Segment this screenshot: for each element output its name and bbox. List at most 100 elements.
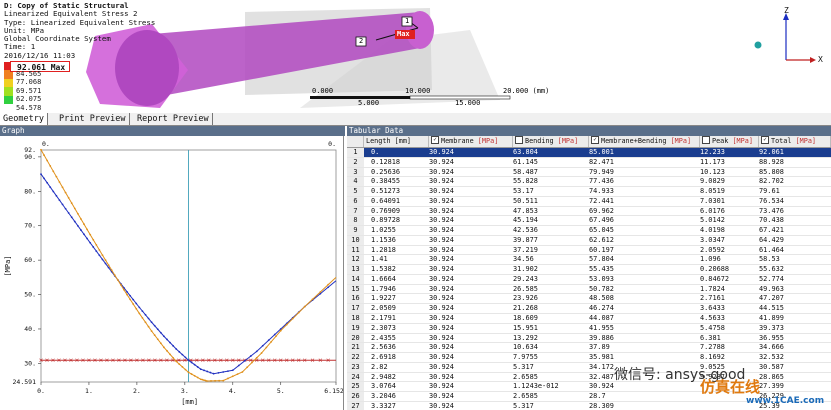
- ruler-label: 5.000: [358, 99, 380, 107]
- row-number: 15: [347, 284, 364, 294]
- geometry-viewport[interactable]: D: Copy of Static Structural Linearized …: [0, 0, 831, 113]
- table-row[interactable]: 18 2.1791 30.924 18.609 44.087 4.5633 41.899: [347, 314, 831, 324]
- series-marker: [303, 305, 306, 308]
- series-marker: [201, 378, 204, 381]
- table-cell: 32.487: [589, 372, 614, 381]
- table-row[interactable]: 13 1.5382 30.924 31.902 55.435 0.20688 55.632: [347, 265, 831, 275]
- table-cell: 26.585: [513, 284, 538, 293]
- series-marker: [70, 202, 73, 205]
- table-row[interactable]: 19 2.3073 30.924 15.951 41.955 5.4758 39.373: [347, 323, 831, 334]
- table-row[interactable]: 20 2.4355 30.924 13.292 39.886 6.381 36.955: [347, 333, 831, 344]
- table-row[interactable]: 4 0.38455 30.924 55.828 77.436 9.0829 82.702: [347, 177, 831, 188]
- tab-print-preview[interactable]: Print Preview: [56, 113, 130, 125]
- row-number: 13: [347, 265, 364, 274]
- column-header[interactable]: ✓ Membrane+Bending [MPa]: [589, 136, 700, 147]
- table-cell: 85.001: [589, 148, 614, 156]
- table-cell: 1.7824: [700, 284, 725, 293]
- table-cell: 5.4758: [700, 323, 725, 332]
- table-cell: 8.0519: [700, 187, 725, 196]
- table-cell: 30.924: [429, 148, 454, 156]
- series-marker: [175, 360, 178, 363]
- table-cell: 1.2818: [371, 245, 396, 254]
- column-checkbox[interactable]: [515, 136, 523, 144]
- ruler-label: 20.000 (mm): [503, 87, 550, 95]
- table-cell: 0.25636: [371, 167, 401, 176]
- table-row[interactable]: 21 2.5636 30.924 10.634 37.89 7.2788 34.666: [347, 343, 831, 354]
- tabular-data-panel: Tabular Data Length [mm] ✓ Membrane [MPa] B…: [347, 126, 831, 410]
- table-cell: 39.877: [513, 235, 538, 244]
- legend-swatch: [4, 78, 13, 88]
- table-cell: 61.464: [759, 245, 784, 254]
- table-row[interactable]: 16 1.9227 30.924 23.926 48.508 2.7161 47.207: [347, 294, 831, 305]
- x-tick-label: 4.: [229, 387, 237, 395]
- column-header[interactable]: Length [mm]: [364, 136, 429, 147]
- table-row[interactable]: 9 1.0255 30.924 42.536 65.045 4.0198 67.421: [347, 226, 831, 236]
- table-cell: 69.962: [589, 206, 614, 215]
- table-row[interactable]: 17 2.0509 30.924 21.268 46.274 3.6433 44.515: [347, 304, 831, 315]
- y-tick-label: 80.: [24, 187, 36, 195]
- table-cell: 7.2788: [700, 343, 725, 352]
- row-number: 21: [347, 343, 364, 353]
- series-marker: [285, 323, 288, 326]
- table-cell: 30.924: [429, 333, 454, 342]
- series-marker: [98, 249, 101, 251]
- series-marker: [107, 264, 110, 267]
- column-header[interactable]: ✓ Total [MPa]: [759, 136, 831, 147]
- table-cell: 0.51273: [371, 187, 401, 196]
- axis-z-label: Z: [784, 6, 789, 15]
- table-body[interactable]: 1 0. 30.924 63.804 85.001 12.233 92.061 2 0.1281…: [347, 148, 831, 410]
- series-marker: [64, 191, 67, 194]
- table-cell: 30.924: [429, 245, 454, 254]
- row-number: 3: [347, 167, 364, 177]
- table-row[interactable]: 12 1.41 30.924 34.56 57.804 1.096 58.53: [347, 255, 831, 266]
- table-cell: 3.0347: [700, 235, 725, 244]
- table-row[interactable]: 15 1.7946 30.924 26.585 50.782 1.7824 49.963: [347, 284, 831, 295]
- table-cell: 45.194: [513, 216, 538, 225]
- table-row[interactable]: 10 1.1536 30.924 39.877 62.612 3.0347 64.429: [347, 235, 831, 246]
- series-marker: [156, 338, 159, 341]
- table-cell: 50.782: [589, 284, 614, 293]
- column-checkbox[interactable]: [702, 136, 710, 144]
- watermark-brand: 仿真在线: [700, 378, 761, 396]
- table-row[interactable]: 8 0.89728 30.924 45.194 67.496 5.0142 70.438: [347, 216, 831, 227]
- table-row[interactable]: 22 2.6918 30.924 7.9755 35.981 8.1692 32.532: [347, 353, 831, 363]
- series-marker: [217, 371, 220, 374]
- series-marker: [237, 364, 240, 367]
- table-cell: 60.197: [589, 245, 614, 254]
- series-marker: [83, 233, 85, 236]
- table-cell: 30.924: [429, 323, 454, 332]
- table-cell: 3.2046: [371, 392, 396, 401]
- row-number: 8: [347, 216, 364, 226]
- column-header[interactable]: Peak [MPa]: [700, 136, 759, 147]
- table-row[interactable]: 2 0.12818 30.924 61.145 82.471 11.173 88.928: [347, 157, 831, 168]
- table-row[interactable]: 6 0.64091 30.924 50.511 72.441 7.0301 76.534: [347, 196, 831, 207]
- column-header[interactable]: Bending [MPa]: [513, 136, 589, 147]
- series-marker: [172, 356, 175, 359]
- column-checkbox[interactable]: ✓: [761, 136, 769, 144]
- graph-plot[interactable]: 90.80.70.60.50.40.30.92.24.5910. 1. 2. 3. 4.…: [0, 136, 343, 410]
- table-row[interactable]: 23 2.82 30.924 5.317 34.172 9.0525 30.587: [347, 362, 831, 373]
- y-tick-label: 60.: [24, 256, 36, 264]
- tab-report-preview[interactable]: Report Preview: [134, 113, 213, 125]
- table-cell: 2.4355: [371, 333, 396, 342]
- table-cell: 0.: [371, 148, 380, 156]
- column-checkbox[interactable]: ✓: [591, 136, 599, 144]
- table-row[interactable]: 5 0.51273 30.924 53.17 74.933 8.0519 79.61: [347, 187, 831, 197]
- legend-swatch: [4, 95, 13, 104]
- tab-geometry[interactable]: Geometry: [0, 113, 48, 125]
- table-cell: 3.6433: [700, 304, 725, 313]
- x-tick-label: 0.: [37, 387, 45, 395]
- series-marker: [49, 165, 52, 167]
- column-checkbox[interactable]: ✓: [431, 136, 439, 144]
- series-marker: [104, 259, 107, 262]
- table-cell: 30.924: [429, 196, 454, 205]
- column-label: Membrane+Bending: [601, 137, 671, 145]
- table-row[interactable]: 14 1.6664 30.924 29.243 53.093 0.84672 52.774: [347, 274, 831, 285]
- table-row[interactable]: 11 1.2818 30.924 37.219 60.197 2.0592 61.464: [347, 245, 831, 256]
- table-row[interactable]: 1 0. 30.924 63.804 85.001 12.233 92.061: [347, 148, 831, 158]
- column-header[interactable]: ✓ Membrane [MPa]: [429, 136, 513, 147]
- table-row[interactable]: 3 0.25636 30.924 58.487 79.949 10.123 85.808: [347, 167, 831, 178]
- row-number: 6: [347, 196, 364, 206]
- table-row[interactable]: 7 0.76909 30.924 47.853 69.962 6.0176 73.476: [347, 206, 831, 217]
- series-marker: [255, 356, 258, 359]
